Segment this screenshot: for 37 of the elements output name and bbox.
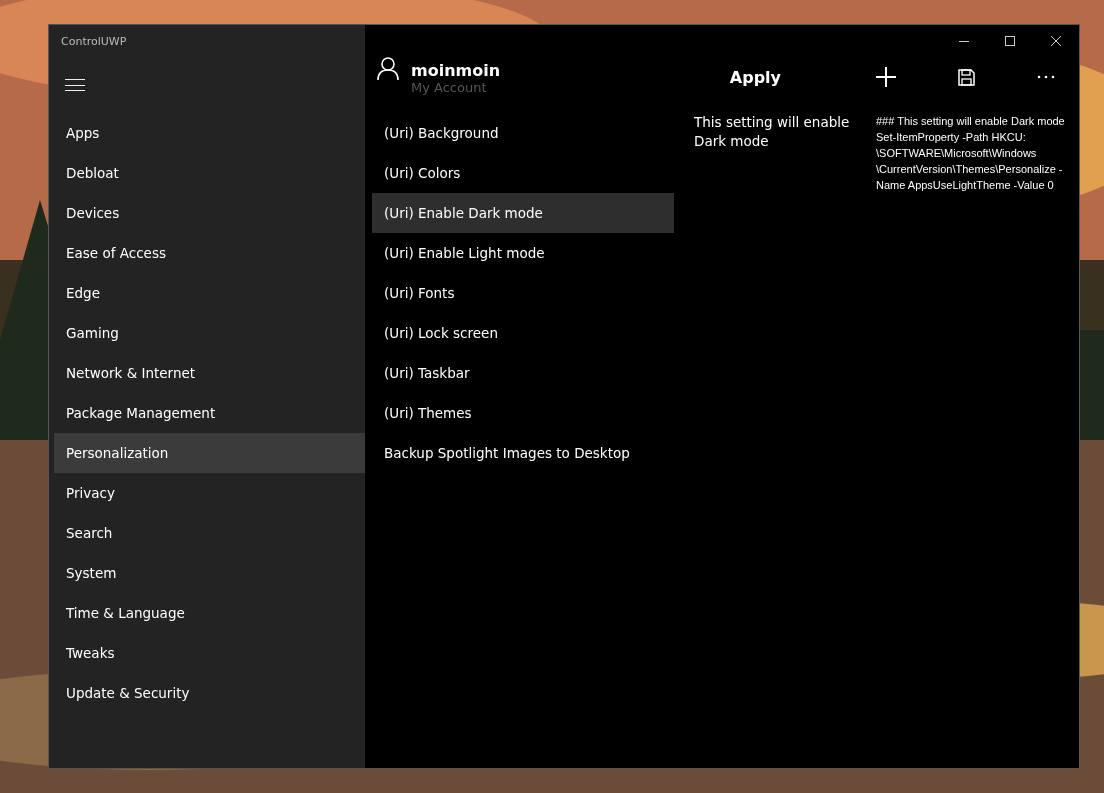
plus-icon (876, 67, 896, 87)
apply-button[interactable]: Apply (719, 61, 791, 93)
setting-item[interactable]: (Uri) Fonts (372, 273, 674, 313)
setting-item[interactable]: (Uri) Lock screen (372, 313, 674, 353)
sidebar-item[interactable]: Time & Language (54, 593, 365, 633)
sidebar-item[interactable]: Edge (54, 273, 365, 313)
sidebar-item[interactable]: Privacy (54, 473, 365, 513)
sidebar-item[interactable]: Network & Internet (54, 353, 365, 393)
setting-item[interactable]: (Uri) Enable Light mode (372, 233, 674, 273)
setting-item[interactable]: (Uri) Colors (372, 153, 674, 193)
setting-item[interactable]: (Uri) Background (372, 113, 674, 153)
sidebar-item[interactable]: Package Management (54, 393, 365, 433)
window-title: ControlUWP (60, 34, 128, 50)
sidebar-item[interactable]: Update & Security (54, 673, 365, 713)
sidebar-item[interactable]: Tweaks (54, 633, 365, 673)
person-icon (377, 57, 399, 81)
setting-item[interactable]: (Uri) Taskbar (372, 353, 674, 393)
account-subtitle: My Account (411, 80, 488, 95)
account-name: moinmoin (411, 61, 501, 80)
sidebar-item[interactable]: Devices (54, 193, 365, 233)
sidebar-item[interactable]: Debloat (54, 153, 365, 193)
setting-item[interactable]: (Uri) Themes (372, 393, 674, 433)
sidebar-item[interactable]: Search (54, 513, 365, 553)
sidebar-item[interactable]: Gaming (54, 313, 365, 353)
sidebar-item[interactable]: Apps (54, 113, 365, 153)
sidebar-item[interactable]: Personalization (54, 433, 365, 473)
setting-item[interactable]: Backup Spotlight Images to Desktop (372, 433, 674, 473)
maximize-icon (1004, 35, 1016, 47)
sidebar-item[interactable]: System (54, 553, 365, 593)
setting-item[interactable]: (Uri) Enable Dark mode (372, 193, 674, 233)
save-icon (957, 68, 975, 86)
menu-icon[interactable] (65, 77, 85, 93)
setting-description: This setting will enable Dark mode (694, 113, 851, 151)
more-icon (1037, 75, 1055, 79)
sidebar-item[interactable]: Ease of Access (54, 233, 365, 273)
close-icon (1050, 35, 1062, 47)
script-text: ### This setting will enable Dark mode Set-ItemProperty -Path HKCU: \SOFTWARE\Microsoft\Windows \CurrentVersion\Themes\Personalize - Name AppsUseLightTheme -Value 0 (876, 114, 1066, 193)
